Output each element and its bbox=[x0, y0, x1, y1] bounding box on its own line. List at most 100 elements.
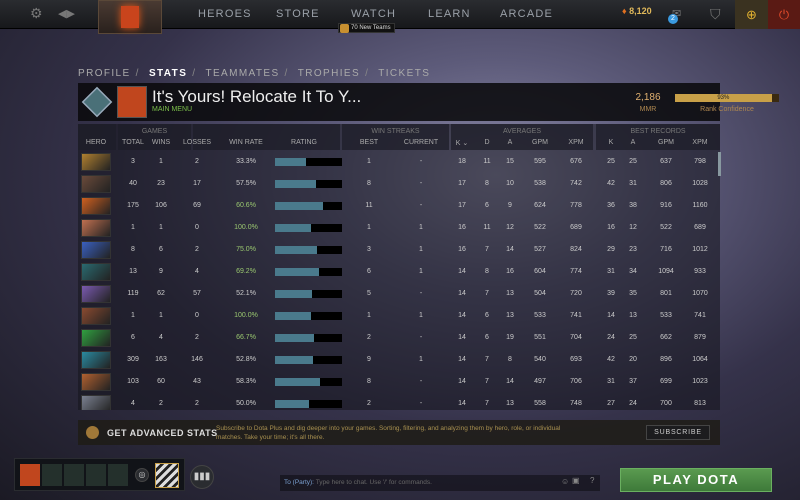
column-header-avg-kills[interactable]: K ⌄ bbox=[456, 139, 468, 147]
cell-total: 6 bbox=[131, 334, 135, 341]
hero-portrait[interactable] bbox=[81, 351, 111, 369]
cell-total: 4 bbox=[131, 400, 135, 407]
cell-best-streak: 8 bbox=[367, 180, 371, 187]
table-row[interactable]: 13 9 4 69.2% 6 1 14 8 16 604 774 31 34 1094 933 bbox=[78, 261, 720, 283]
chat-settings-icon[interactable]: ▣ bbox=[572, 476, 580, 485]
cell-avg-gpm: 538 bbox=[534, 180, 546, 187]
cell-best-xpm: 1070 bbox=[692, 290, 708, 297]
hero-portrait[interactable] bbox=[81, 263, 111, 281]
gear-icon[interactable]: ⚙ bbox=[30, 5, 43, 22]
party-slot[interactable] bbox=[64, 464, 84, 486]
rating-bar-fill bbox=[275, 356, 314, 364]
cell-win-rate: 75.0% bbox=[236, 246, 256, 253]
column-header-best-kills: K bbox=[608, 139, 614, 146]
cell-avg-assists: 19 bbox=[506, 334, 514, 341]
cell-best-xpm: 1023 bbox=[692, 378, 708, 385]
subscribe-button[interactable]: SUBSCRIBE bbox=[646, 425, 710, 440]
table-row[interactable]: 175 106 69 60.6% 11-17 6 9 624 778 36 38 916 1160 bbox=[78, 195, 720, 217]
table-row[interactable]: 1 1 0 100.0% 1 1 14 6 13 533 741 14 13 533 741 bbox=[78, 305, 720, 327]
tab-stats[interactable]: STATS bbox=[149, 68, 187, 79]
nav-arcade[interactable]: ARCADE bbox=[500, 8, 553, 20]
voice-icon[interactable]: ◎ bbox=[135, 468, 149, 482]
hero-portrait[interactable] bbox=[81, 395, 111, 410]
tab-trophies[interactable]: TROPHIES bbox=[298, 68, 360, 79]
battle-cup-icon[interactable] bbox=[155, 463, 179, 488]
emoticon-icon[interactable]: ☺ bbox=[561, 477, 569, 486]
cell-current-streak: - bbox=[419, 400, 423, 407]
cell-avg-deaths: 8 bbox=[485, 180, 489, 187]
watch-badge[interactable]: 70 New Teams bbox=[338, 23, 395, 33]
chat-input[interactable]: To (Party): Type here to chat. Use '/' f… bbox=[280, 475, 600, 491]
cell-best-streak: 8 bbox=[367, 378, 371, 385]
cell-avg-xpm: 693 bbox=[570, 356, 582, 363]
table-row[interactable]: 6 4 2 66.7% 2 - 14 6 19 551 704 24 25 662 879 bbox=[78, 327, 720, 349]
shards-count[interactable]: ♦ 8,120 bbox=[622, 6, 652, 16]
hero-portrait[interactable] bbox=[81, 373, 111, 391]
cell-total: 1 bbox=[131, 312, 135, 319]
hero-portrait[interactable] bbox=[81, 307, 111, 325]
tab-profile[interactable]: PROFILE bbox=[78, 68, 131, 79]
party-slot[interactable] bbox=[108, 464, 128, 486]
play-dota-button[interactable]: PLAY DOTA bbox=[620, 468, 772, 492]
help-icon[interactable]: ? bbox=[590, 476, 594, 485]
dota-plus-button[interactable]: ⊕ bbox=[735, 0, 768, 29]
rating-bar bbox=[275, 400, 342, 408]
table-scrollbar[interactable] bbox=[718, 152, 721, 176]
dota-logo-button[interactable] bbox=[98, 0, 162, 34]
cell-best-kills: 36 bbox=[607, 202, 615, 209]
party-slot[interactable] bbox=[42, 464, 62, 486]
power-icon[interactable]: ⏻ bbox=[768, 0, 800, 29]
nav-watch[interactable]: WATCH bbox=[351, 8, 396, 20]
table-row[interactable]: 8 6 2 75.0% 3 1 16 7 14 527 824 29 23 716 1012 bbox=[78, 239, 720, 261]
hero-stats-table: GAMES WIN STREAKS AVERAGES BEST RECORDS … bbox=[78, 124, 720, 410]
cell-best-gpm: 1094 bbox=[658, 268, 674, 275]
cell-wins: 4 bbox=[159, 334, 163, 341]
cell-avg-xpm: 704 bbox=[570, 334, 582, 341]
rating-bar bbox=[275, 202, 342, 210]
cell-total: 40 bbox=[129, 180, 137, 187]
table-row[interactable]: 103 60 43 58.3% 8 - 14 7 14 497 706 31 37 699 1023 bbox=[78, 371, 720, 393]
cell-wins: 1 bbox=[159, 312, 163, 319]
table-row[interactable]: 4 2 2 50.0% 2 - 14 7 13 558 748 27 24 700 813 bbox=[78, 393, 720, 410]
cell-current-streak: - bbox=[419, 158, 423, 165]
cell-best-assists: 13 bbox=[629, 312, 637, 319]
cell-total: 13 bbox=[129, 268, 137, 275]
rating-bar bbox=[275, 290, 342, 298]
advanced-stats-title: GET ADVANCED STATS bbox=[107, 428, 218, 438]
hero-portrait[interactable] bbox=[81, 241, 111, 259]
rank-medal-icon bbox=[81, 86, 113, 118]
party-slot-self[interactable] bbox=[20, 464, 40, 486]
table-row[interactable]: 1 1 0 100.0% 1 1 16 11 12 522 689 16 12 522 689 bbox=[78, 217, 720, 239]
cell-best-xpm: 1160 bbox=[692, 202, 708, 209]
dota-plus-icon bbox=[86, 426, 99, 439]
party-slot[interactable] bbox=[86, 464, 106, 486]
table-row[interactable]: 119 62 57 52.1% 5 - 14 7 13 504 720 39 35 801 1070 bbox=[78, 283, 720, 305]
hero-portrait[interactable] bbox=[81, 219, 111, 237]
nav-learn[interactable]: LEARN bbox=[428, 8, 471, 20]
back-forward-icon[interactable]: ◀▶ bbox=[58, 7, 75, 20]
hero-portrait[interactable] bbox=[81, 329, 111, 347]
armory-icon[interactable]: ⛉ bbox=[710, 6, 721, 23]
cell-avg-kills: 16 bbox=[458, 224, 466, 231]
nav-heroes[interactable]: HEROES bbox=[198, 8, 252, 20]
table-row[interactable]: 3 1 2 33.3% 1 - 18 11 15 595 676 25 25 637 798 bbox=[78, 151, 720, 173]
hero-portrait[interactable] bbox=[81, 153, 111, 171]
cell-avg-deaths: 7 bbox=[485, 378, 489, 385]
table-row[interactable]: 309 163 146 52.8% 9 1 14 7 8 540 693 42 20 896 1064 bbox=[78, 349, 720, 371]
rating-bar bbox=[275, 224, 342, 232]
avatar[interactable] bbox=[117, 86, 147, 118]
cell-avg-xpm: 676 bbox=[570, 158, 582, 165]
nav-store[interactable]: STORE bbox=[276, 8, 320, 20]
cell-avg-deaths: 7 bbox=[485, 246, 489, 253]
tab-tickets[interactable]: TICKETS bbox=[378, 68, 430, 79]
chat-channel[interactable]: To (Party): bbox=[284, 479, 314, 486]
mmr-value: 2,186 bbox=[635, 92, 661, 103]
hero-portrait[interactable] bbox=[81, 175, 111, 193]
cell-avg-xpm: 742 bbox=[570, 180, 582, 187]
hero-portrait[interactable] bbox=[81, 285, 111, 303]
table-row[interactable]: 40 23 17 57.5% 8 - 17 8 10 538 742 42 31 806 1028 bbox=[78, 173, 720, 195]
hero-portrait[interactable] bbox=[81, 197, 111, 215]
column-header-avg-gpm: GPM bbox=[532, 139, 548, 146]
friends-icon[interactable]: ▮▮▮ bbox=[190, 465, 214, 489]
tab-teammates[interactable]: TEAMMATES bbox=[205, 68, 279, 79]
